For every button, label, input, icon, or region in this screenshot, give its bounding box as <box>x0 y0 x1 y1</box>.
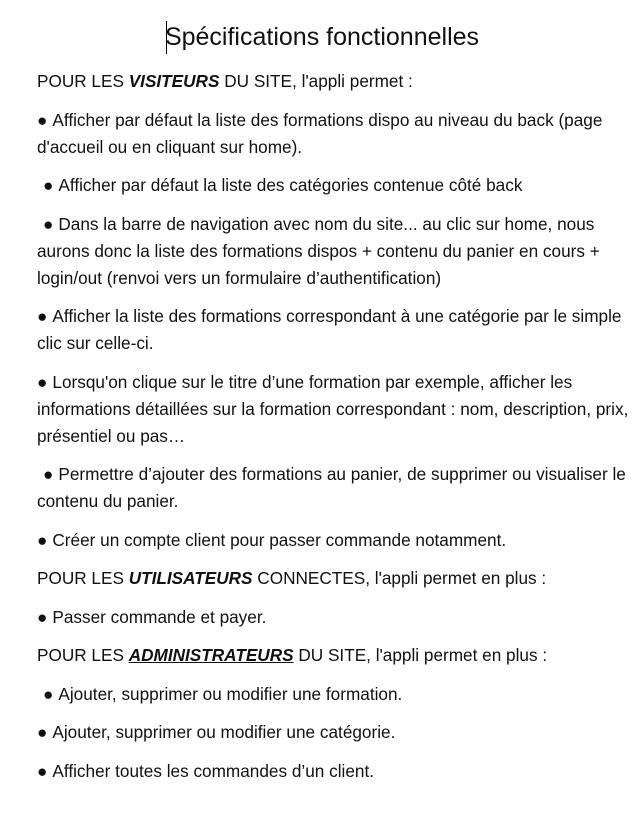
list-item-text: Afficher toutes les commandes d’un clien… <box>52 760 375 781</box>
list-item: ● Afficher la liste des formations corres… <box>37 303 637 357</box>
list-item: ● Afficher toutes les commandes d’un clie… <box>37 758 637 785</box>
bullet-icon: ● <box>43 683 54 704</box>
list-item-text: Afficher par défaut la liste des catégor… <box>58 175 523 195</box>
section-heading-visiteurs: POUR LES VISITEURS DU SITE, l'appli perm… <box>37 68 637 95</box>
list-item-text: Ajouter, supprimer ou modifier une catég… <box>52 722 396 742</box>
bullet-icon: ● <box>37 760 48 781</box>
list-item: ● Dans la barre de navigation avec nom du… <box>37 211 637 292</box>
bullet-icon: ● <box>43 213 54 234</box>
heading-suffix: DU SITE, l'appli permet : <box>219 71 413 91</box>
heading-emphasis: UTILISATEURS <box>128 568 253 588</box>
list-item-text: Ajouter, supprimer ou modifier une forma… <box>58 683 403 704</box>
list-item: ● Passer commande et payer. <box>37 604 637 631</box>
bullet-icon: ● <box>37 529 48 550</box>
section-heading-administrateurs: POUR LES ADMINISTRATEURS DU SITE, l'appl… <box>37 642 637 669</box>
list-item-text: Créer un compte client pour passer comma… <box>52 529 507 550</box>
list-item: ● Ajouter, supprimer ou modifier une form… <box>37 681 637 708</box>
list-item: ● Créer un compte client pour passer comm… <box>37 527 637 554</box>
list-item-text: Lorsqu'on clique sur le titre d’une form… <box>37 371 629 446</box>
list-item-text: Permettre d’ajouter des formations au pa… <box>37 464 626 511</box>
text-cursor <box>166 21 167 54</box>
list-item-text: Afficher par défaut la liste des formati… <box>37 109 603 157</box>
list-item: ● Afficher par défaut la liste des catégo… <box>37 172 637 199</box>
bullet-icon: ● <box>37 371 48 392</box>
bullet-icon: ● <box>43 464 54 484</box>
list-item-text: Dans la barre de navigation avec nom du … <box>37 213 600 288</box>
bullet-icon: ● <box>43 175 54 195</box>
list-item: ● Ajouter, supprimer ou modifier une caté… <box>37 719 637 746</box>
bullet-icon: ● <box>37 109 48 130</box>
list-item: ● Lorsqu'on clique sur le titre d’une for… <box>37 369 637 450</box>
heading-emphasis: ADMINISTRATEURS <box>128 645 294 665</box>
bullet-icon: ● <box>37 722 48 742</box>
heading-emphasis: VISITEURS <box>128 71 220 91</box>
heading-suffix: CONNECTES, l'appli permet en plus : <box>252 568 547 588</box>
list-item: ● Afficher par défaut la liste des format… <box>37 107 637 161</box>
heading-suffix: DU SITE, l'appli permet en plus : <box>293 645 548 665</box>
heading-prefix: POUR LES <box>37 645 129 665</box>
document-body: POUR LES VISITEURS DU SITE, l'appli perm… <box>37 68 637 796</box>
heading-prefix: POUR LES <box>37 71 129 91</box>
list-item-text: Passer commande et payer. <box>52 606 267 627</box>
section-heading-utilisateurs: POUR LES UTILISATEURS CONNECTES, l'appli… <box>37 565 637 592</box>
list-item: ● Permettre d’ajouter des formations au p… <box>37 461 637 515</box>
document-page: Spécifications fonctionnelles POUR LES V… <box>0 0 644 822</box>
bullet-icon: ● <box>37 306 48 326</box>
document-title: Spécifications fonctionnelles <box>164 23 480 51</box>
list-item-text: Afficher la liste des formations corresp… <box>37 306 622 353</box>
heading-prefix: POUR LES <box>37 568 129 588</box>
bullet-icon: ● <box>37 606 48 627</box>
